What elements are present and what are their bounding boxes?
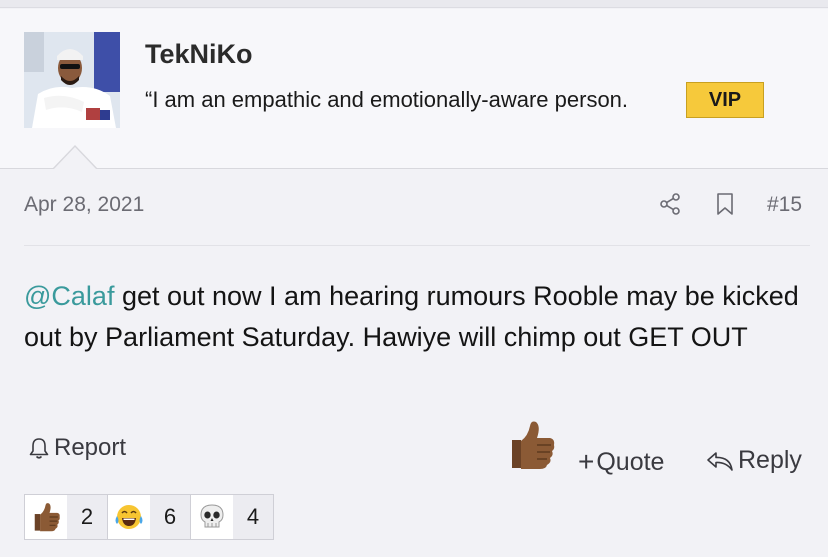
- avatar-image: [24, 32, 120, 128]
- reaction-laughing[interactable]: 6: [107, 494, 191, 540]
- reply-label: Reply: [738, 446, 802, 474]
- skull-icon: [200, 504, 224, 528]
- laughing-tears-icon: [115, 505, 143, 529]
- share-icon[interactable]: [658, 192, 682, 216]
- quote-button[interactable]: + Quote: [578, 446, 664, 478]
- vip-badge: VIP: [686, 82, 764, 118]
- thumbs-up-icon: [512, 421, 555, 469]
- avatar[interactable]: [24, 32, 120, 128]
- reaction-count: 4: [233, 495, 273, 539]
- post-message-text: get out now I am hearing rumours Rooble …: [24, 281, 799, 352]
- reaction-skull[interactable]: 4: [190, 494, 274, 540]
- post-message: @Calaf get out now I am hearing rumours …: [24, 276, 814, 358]
- report-button[interactable]: Report: [28, 434, 126, 462]
- user-header: TekNiKo “I am an empathic and emotionall…: [0, 9, 828, 169]
- bell-icon: [29, 438, 49, 459]
- post-number-link[interactable]: #15: [767, 193, 802, 217]
- reaction-thumbs-up[interactable]: 2: [24, 494, 108, 540]
- thumbs-up-icon: [34, 503, 60, 532]
- post-date[interactable]: Apr 28, 2021: [24, 193, 144, 217]
- user-title: “I am an empathic and emotionally-aware …: [145, 87, 629, 112]
- quote-label: Quote: [596, 447, 665, 476]
- like-button[interactable]: [506, 418, 556, 472]
- reaction-count: 2: [67, 495, 107, 539]
- plus-icon: +: [578, 446, 595, 477]
- reactions-bar: 2 6 4: [24, 494, 274, 540]
- post-divider: [24, 245, 810, 246]
- report-label: Report: [54, 434, 127, 461]
- bookmark-icon[interactable]: [713, 192, 737, 216]
- user-header-caret-fill: [53, 147, 97, 170]
- previous-post-edge: [0, 0, 828, 8]
- reaction-count: 6: [150, 495, 190, 539]
- reply-button[interactable]: Reply: [706, 446, 802, 475]
- reply-icon: [707, 451, 733, 471]
- username[interactable]: TekNiKo: [145, 39, 253, 70]
- user-mention-link[interactable]: @Calaf: [24, 281, 114, 311]
